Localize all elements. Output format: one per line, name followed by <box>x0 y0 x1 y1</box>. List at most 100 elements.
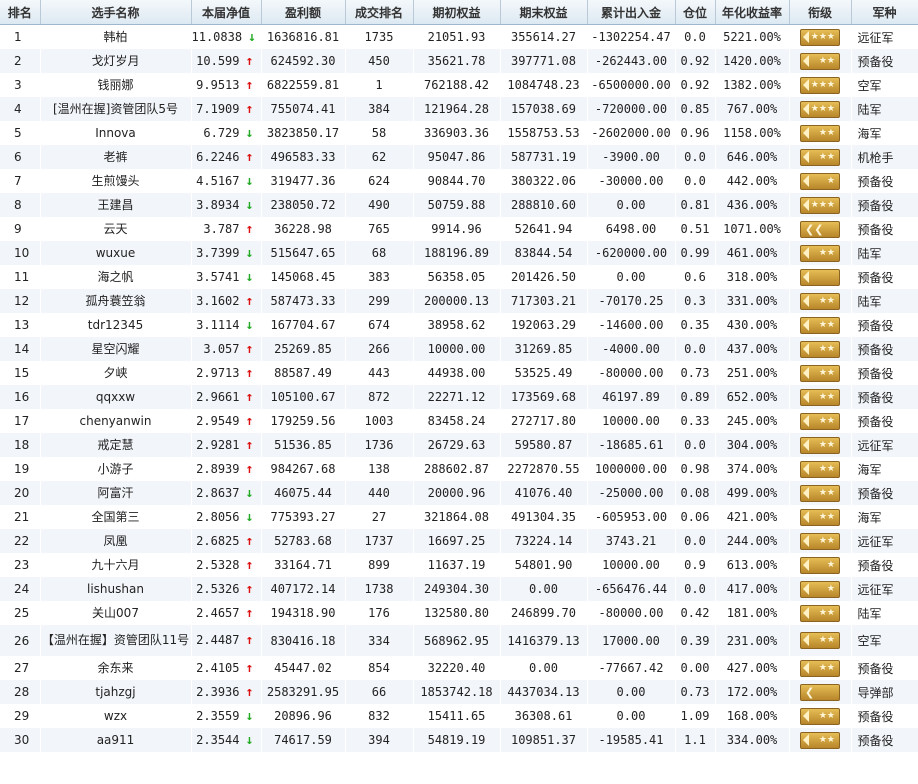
rank-badge-cell: ★ <box>789 577 852 601</box>
player-name-link[interactable]: 海之帆 <box>40 265 192 289</box>
nav-cell: 4.5167 ↓ <box>191 169 262 193</box>
header-end-equity[interactable]: 期末权益 <box>500 0 588 25</box>
profit-cell: 624592.30 <box>261 49 346 73</box>
trade-rank-cell: 854 <box>345 656 414 680</box>
header-nav[interactable]: 本届净值 <box>191 0 262 25</box>
player-name-link[interactable]: 戒定慧 <box>40 433 192 457</box>
header-trade-rank[interactable]: 成交排名 <box>345 0 414 25</box>
profit-cell: 33164.71 <box>261 553 346 577</box>
nav-value: 10.599 <box>196 53 240 68</box>
nav-cell: 2.5328 ↑ <box>191 553 262 577</box>
profit-cell: 145068.45 <box>261 265 346 289</box>
trade-rank-cell: 1003 <box>345 409 414 433</box>
player-name-link[interactable]: 九十六月 <box>40 553 192 577</box>
player-name-link[interactable]: chenyanwin <box>40 409 192 433</box>
player-name-link[interactable]: 生煎馒头 <box>40 169 192 193</box>
rank-cell: 15 <box>0 361 41 385</box>
start-equity-cell: 22271.12 <box>413 385 501 409</box>
table-row: 28 tjahzgj 2.3936 ↑ 2583291.95 66 1853742.18 44… <box>0 680 918 704</box>
player-name-link[interactable]: lishushan <box>40 577 192 601</box>
army-cell: 预备役 <box>851 553 918 577</box>
trade-rank-cell: 299 <box>345 289 414 313</box>
army-cell: 陆军 <box>851 601 918 625</box>
end-equity-cell: 272717.80 <box>500 409 588 433</box>
player-name-link[interactable]: 余东来 <box>40 656 192 680</box>
table-row: 7 生煎馒头 4.5167 ↓ 319477.36 624 90844.70 380322.0… <box>0 169 918 193</box>
player-name-link[interactable]: 夕峡 <box>40 361 192 385</box>
header-annual-return[interactable]: 年化收益率 <box>715 0 790 25</box>
header-army[interactable]: 军种 <box>851 0 918 25</box>
player-name-link[interactable]: 凤凰 <box>40 529 192 553</box>
position-cell: 0.35 <box>675 313 716 337</box>
player-name-link[interactable]: wuxue <box>40 241 192 265</box>
arrow-up-icon: ↑ <box>245 557 254 573</box>
player-name-link[interactable]: 关山007 <box>40 601 192 625</box>
table-row: 17 chenyanwin 2.9549 ↑ 179259.56 1003 83458.24… <box>0 409 918 433</box>
rank-cell: 29 <box>0 704 41 728</box>
player-name-link[interactable]: tdr12345 <box>40 313 192 337</box>
end-equity-cell: 173569.68 <box>500 385 588 409</box>
arrow-up-icon: ↑ <box>245 437 254 453</box>
player-name-link[interactable]: 钱丽娜 <box>40 73 192 97</box>
annual-return-cell: 1382.00% <box>715 73 790 97</box>
player-name-link[interactable]: wzx <box>40 704 192 728</box>
nav-cell: 2.8939 ↑ <box>191 457 262 481</box>
player-name-link[interactable]: 孤舟蓑笠翁 <box>40 289 192 313</box>
start-equity-cell: 38958.62 <box>413 313 501 337</box>
player-name-link[interactable]: 老裤 <box>40 145 192 169</box>
player-name-link[interactable]: 全国第三 <box>40 505 192 529</box>
table-row: 14 星空闪耀 3.057 ↑ 25269.85 266 10000.00 31269.85-… <box>0 337 918 361</box>
table-row: 22 凤凰 2.6825 ↑ 52783.68 1737 16697.25 73224.14 3… <box>0 529 918 553</box>
profit-cell: 88587.49 <box>261 361 346 385</box>
rank-cell: 7 <box>0 169 41 193</box>
player-name-link[interactable]: 阿富汗 <box>40 481 192 505</box>
player-name-link[interactable]: 王建昌 <box>40 193 192 217</box>
header-position[interactable]: 仓位 <box>675 0 716 25</box>
net-inflow-cell: -262443.00 <box>587 49 676 73</box>
annual-return-cell: 427.00% <box>715 656 790 680</box>
end-equity-cell: 52641.94 <box>500 217 588 241</box>
table-row: 6 老裤 6.2246 ↑ 496583.33 62 95047.86 587731.19 -3… <box>0 145 918 169</box>
player-name-link[interactable]: 【温州在握】资管团队11号 <box>40 625 192 656</box>
profit-cell: 167704.67 <box>261 313 346 337</box>
army-cell: 陆军 <box>851 241 918 265</box>
player-name-link[interactable]: 小游子 <box>40 457 192 481</box>
rank-cell: 8 <box>0 193 41 217</box>
start-equity-cell: 32220.40 <box>413 656 501 680</box>
player-name-link[interactable]: tjahzgj <box>40 680 192 704</box>
nav-value: 2.4657 <box>196 605 240 620</box>
player-name-link[interactable]: Innova <box>40 121 192 145</box>
annual-return-cell: 442.00% <box>715 169 790 193</box>
profit-cell: 319477.36 <box>261 169 346 193</box>
end-equity-cell: 157038.69 <box>500 97 588 121</box>
player-name-link[interactable]: 星空闪耀 <box>40 337 192 361</box>
header-rank-badge[interactable]: 衔级 <box>789 0 852 25</box>
nav-value: 2.6825 <box>196 533 240 548</box>
arrow-up-icon: ↑ <box>245 581 254 597</box>
net-inflow-cell: -605953.00 <box>587 505 676 529</box>
nav-value: 3.057 <box>203 341 240 356</box>
header-net-inflow[interactable]: 累计出入金 <box>587 0 676 25</box>
net-inflow-cell: 17000.00 <box>587 625 676 656</box>
arrow-up-icon: ↑ <box>245 413 254 429</box>
header-start-equity[interactable]: 期初权益 <box>413 0 501 25</box>
trade-rank-cell: 1736 <box>345 433 414 457</box>
trade-rank-cell: 765 <box>345 217 414 241</box>
player-name-link[interactable]: aa911 <box>40 728 192 752</box>
nav-cell: 2.3936 ↑ <box>191 680 262 704</box>
player-name-link[interactable]: 韩柏 <box>40 24 192 49</box>
player-name-link[interactable]: [温州在握]资管团队5号 <box>40 97 192 121</box>
header-rank[interactable]: 排名 <box>0 0 41 25</box>
header-name[interactable]: 选手名称 <box>40 0 192 25</box>
position-cell: 0.96 <box>675 121 716 145</box>
header-profit[interactable]: 盈利额 <box>261 0 346 25</box>
player-name-link[interactable]: 云天 <box>40 217 192 241</box>
table-row: 25 关山007 2.4657 ↑ 194318.90 176 132580.80 24689… <box>0 601 918 625</box>
end-equity-cell: 587731.19 <box>500 145 588 169</box>
start-equity-cell: 132580.80 <box>413 601 501 625</box>
player-name-link[interactable]: 戈灯岁月 <box>40 49 192 73</box>
player-name-link[interactable]: qqxxw <box>40 385 192 409</box>
profit-cell: 984267.68 <box>261 457 346 481</box>
end-equity-cell: 717303.21 <box>500 289 588 313</box>
rank-badge-cell: ★★ <box>789 385 852 409</box>
